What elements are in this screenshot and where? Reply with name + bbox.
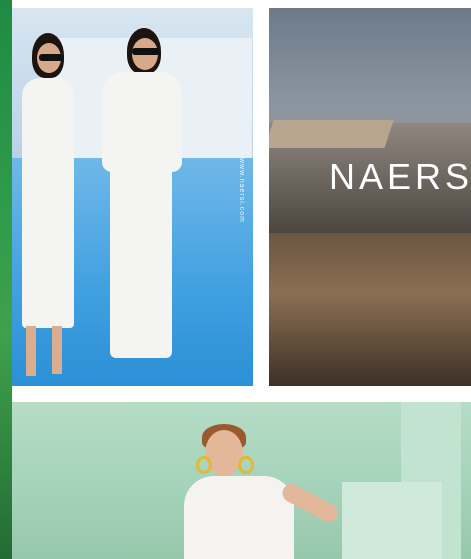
tile-ground — [269, 233, 471, 386]
model-right — [92, 8, 202, 386]
earring-left — [196, 456, 212, 474]
photo-tile-architecture[interactable]: NAERS — [269, 8, 471, 386]
studio-block — [342, 482, 442, 559]
model-top — [184, 476, 294, 559]
tile-caption: www.naersi.com — [238, 158, 245, 223]
building-roof — [269, 120, 394, 148]
wallpaper-strip — [0, 0, 12, 559]
brand-wordmark: NAERS — [329, 156, 471, 197]
photo-tile-white-outfits[interactable]: www.naersi.com — [12, 8, 253, 386]
earring-right — [238, 456, 254, 474]
photo-tile-green-studio[interactable] — [12, 402, 471, 559]
